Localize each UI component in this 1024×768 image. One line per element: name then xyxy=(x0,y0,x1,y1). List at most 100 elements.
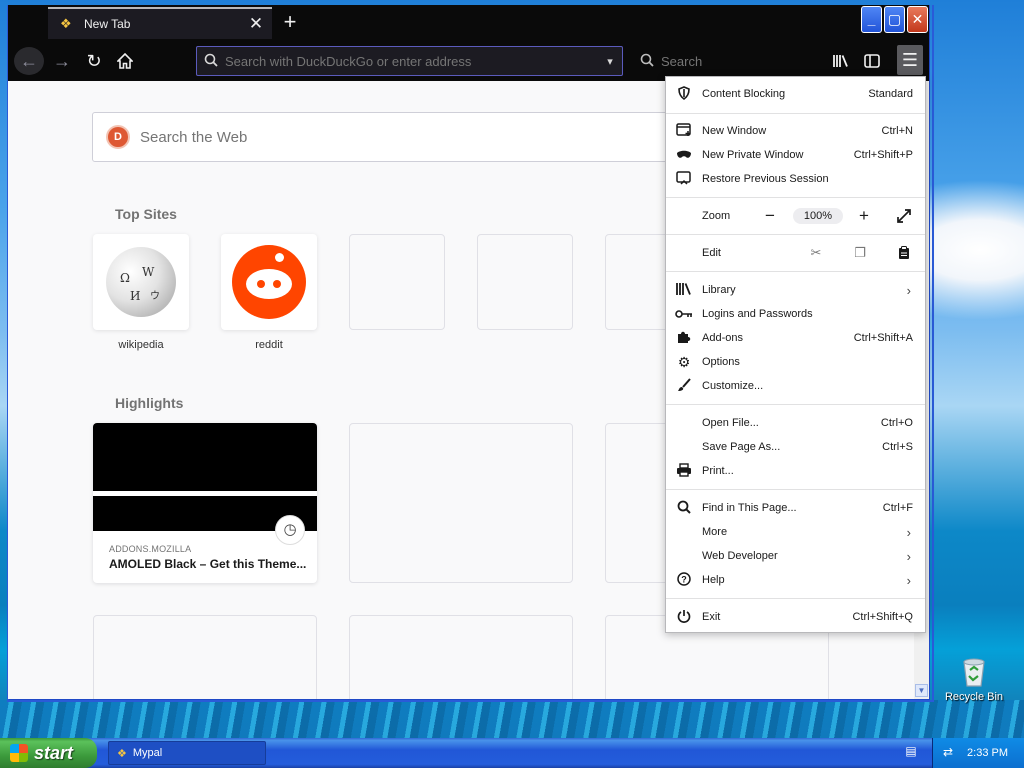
clock-icon: ◷ xyxy=(275,515,305,545)
menu-item-exit[interactable]: Exit Ctrl+Shift+Q xyxy=(666,605,925,629)
menu-item-label: Help xyxy=(702,574,725,586)
tab-close-icon[interactable]: ✕ xyxy=(246,14,266,34)
scroll-down-icon[interactable]: ▼ xyxy=(915,684,928,697)
menu-item-web-developer[interactable]: Web Developer › xyxy=(666,544,925,568)
address-bar[interactable]: ▾ xyxy=(196,46,623,76)
reddit-alien-icon xyxy=(232,245,306,319)
menu-item-more[interactable]: More › xyxy=(666,520,925,544)
menu-item-open-file[interactable]: Open File... Ctrl+O xyxy=(666,411,925,435)
menu-item-new-window[interactable]: New Window Ctrl+N xyxy=(666,119,925,143)
printer-icon xyxy=(666,462,702,480)
menu-item-find[interactable]: Find in This Page... Ctrl+F xyxy=(666,496,925,520)
taskbar-item-label: Mypal xyxy=(132,747,163,759)
menu-item-label: Logins and Passwords xyxy=(702,308,813,320)
menu-separator xyxy=(666,113,925,114)
sidebar-icon[interactable] xyxy=(858,47,886,75)
maximize-button[interactable]: ▢ xyxy=(884,6,905,33)
menu-item-label: Content Blocking xyxy=(702,88,786,100)
system-tray: ⇄ 2:33 PM xyxy=(932,738,1024,768)
menu-item-label: Find in This Page... xyxy=(702,502,797,514)
menu-item-addons[interactable]: Add-ons Ctrl+Shift+A xyxy=(666,326,925,350)
zoom-out-icon[interactable]: − xyxy=(758,204,782,228)
cut-icon[interactable]: ✂ xyxy=(804,241,828,265)
highlights-heading: Highlights xyxy=(115,395,184,411)
keyboard-icon[interactable]: ▤ xyxy=(903,744,919,762)
minimize-button[interactable]: _ xyxy=(861,6,882,33)
menu-shortcut: Ctrl+Shift+A xyxy=(853,332,913,344)
library-icon xyxy=(666,282,702,299)
zoom-in-icon[interactable]: + xyxy=(852,204,876,228)
menu-item-label: Customize... xyxy=(702,380,764,392)
recycle-bin-icon xyxy=(959,656,989,688)
menu-item-label: Exit xyxy=(702,611,721,623)
zoom-level-reset[interactable]: 100% xyxy=(793,208,843,224)
menu-item-options[interactable]: ⚙ Options xyxy=(666,350,925,374)
highlight-empty xyxy=(93,615,317,699)
menu-item-logins[interactable]: Logins and Passwords xyxy=(666,302,925,326)
app-menu-panel: Content Blocking Standard New Window Ctr… xyxy=(665,76,926,633)
menu-item-new-private-window[interactable]: New Private Window Ctrl+Shift+P xyxy=(666,143,925,167)
top-sites-heading: Top Sites xyxy=(115,206,177,222)
chevron-right-icon: › xyxy=(906,282,911,298)
taskbar: start ❖ Mypal ▤ ⇄ 2:33 PM xyxy=(0,738,1024,768)
wikipedia-globe-icon: Ω W И ウ xyxy=(106,247,176,317)
highlight-empty xyxy=(349,423,573,583)
web-search-box[interactable]: D xyxy=(92,112,672,162)
top-site-reddit[interactable] xyxy=(221,234,317,330)
library-icon[interactable] xyxy=(827,47,855,75)
duckduckgo-icon: D xyxy=(106,125,130,149)
chevron-down-icon[interactable]: ▾ xyxy=(598,55,622,68)
search-input[interactable] xyxy=(661,53,811,69)
tab-new-tab[interactable]: ❖ New Tab ✕ xyxy=(48,7,272,39)
windows-logo-icon xyxy=(10,744,28,762)
top-site-wikipedia[interactable]: Ω W И ウ xyxy=(93,234,189,330)
menu-item-restore-session[interactable]: Restore Previous Session xyxy=(666,167,925,191)
hamburger-menu-icon[interactable]: ☰ xyxy=(897,45,923,75)
reload-icon[interactable]: ↻ xyxy=(79,47,109,75)
power-icon xyxy=(666,609,702,626)
clock[interactable]: 2:33 PM xyxy=(967,747,1008,759)
search-bar[interactable] xyxy=(633,46,823,76)
chevron-right-icon: › xyxy=(906,572,911,588)
menu-item-label: New Private Window xyxy=(702,149,804,161)
key-icon xyxy=(666,306,702,322)
highlight-title: AMOLED Black – Get this Theme... xyxy=(109,557,307,571)
menu-item-label: Web Developer xyxy=(702,550,778,562)
home-icon[interactable] xyxy=(110,47,140,75)
fullscreen-icon[interactable] xyxy=(892,204,916,228)
menu-item-edit: Edit ✂ ❐ xyxy=(666,241,925,265)
forward-arrow-icon[interactable]: → xyxy=(47,47,77,75)
taskbar-item-mypal[interactable]: ❖ Mypal xyxy=(108,741,266,765)
menu-item-library[interactable]: Library › xyxy=(666,278,925,302)
menu-item-print[interactable]: Print... xyxy=(666,459,925,483)
highlight-card[interactable]: ◷ ADDONS.MOZILLA AMOLED Black – Get this… xyxy=(93,423,317,583)
menu-item-help[interactable]: ? Help › xyxy=(666,568,925,592)
top-site-empty xyxy=(477,234,573,330)
network-icon[interactable]: ⇄ xyxy=(943,745,953,759)
start-button[interactable]: start xyxy=(0,738,97,768)
menu-item-label: Add-ons xyxy=(702,332,743,344)
web-search-input[interactable] xyxy=(140,128,339,146)
menu-shortcut: Ctrl+F xyxy=(882,502,913,514)
address-input[interactable] xyxy=(225,53,598,69)
tab-strip: ❖ New Tab ✕ + _ ▢ ✕ xyxy=(8,5,929,41)
menu-item-label: Options xyxy=(702,356,740,368)
menu-item-content-blocking[interactable]: Content Blocking Standard xyxy=(666,82,925,106)
private-mask-icon xyxy=(666,147,702,163)
highlight-source: ADDONS.MOZILLA xyxy=(109,544,192,554)
menu-item-label: Restore Previous Session xyxy=(702,173,829,185)
menu-item-label: More xyxy=(702,526,728,538)
search-icon xyxy=(633,53,661,70)
menu-item-save-page[interactable]: Save Page As... Ctrl+S xyxy=(666,435,925,459)
new-tab-button[interactable]: + xyxy=(278,9,302,35)
menu-item-customize[interactable]: Customize... xyxy=(666,374,925,398)
highlight-thumbnail xyxy=(93,423,317,531)
recycle-bin-shortcut[interactable]: Recycle Bin xyxy=(944,656,1004,703)
paste-icon[interactable] xyxy=(892,241,916,265)
menu-shortcut: Ctrl+Shift+P xyxy=(853,149,913,161)
menu-separator xyxy=(666,489,925,490)
close-window-button[interactable]: ✕ xyxy=(907,6,928,33)
puzzle-piece-icon xyxy=(666,330,702,347)
copy-icon[interactable]: ❐ xyxy=(848,241,872,265)
back-arrow-icon[interactable]: ← xyxy=(14,47,44,75)
